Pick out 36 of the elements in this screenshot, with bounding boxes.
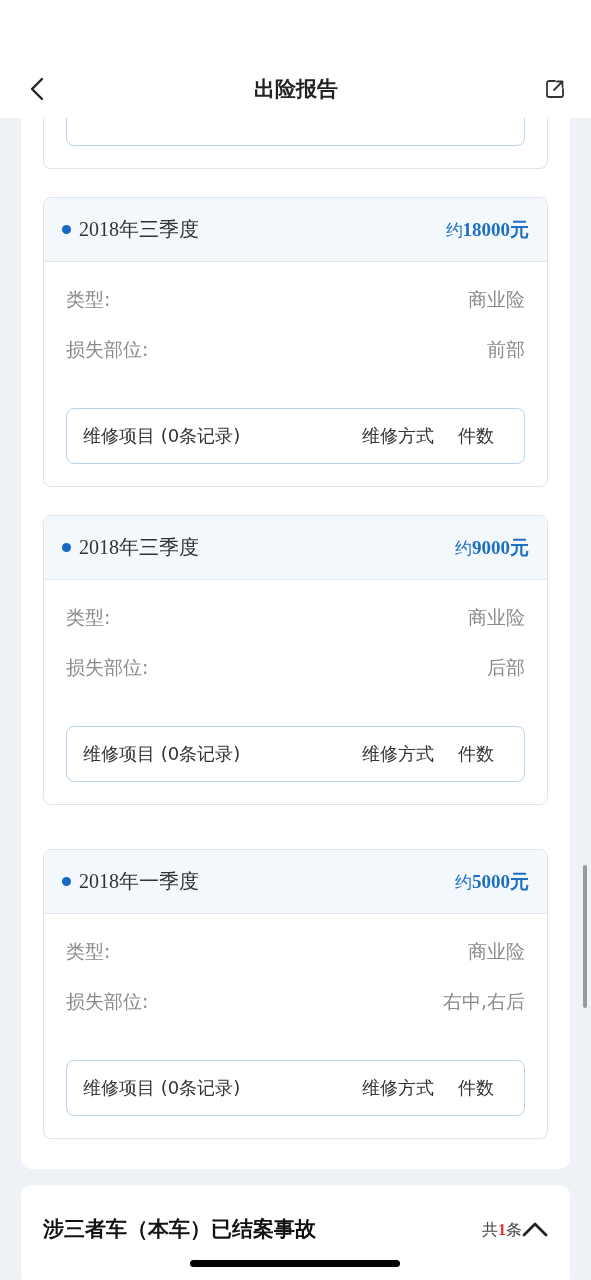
- repair-item-label: 维修项目 (0条记录): [83, 742, 242, 766]
- field-label: 损失部位:: [66, 655, 149, 680]
- back-icon[interactable]: [30, 77, 44, 101]
- field-label: 类型:: [66, 287, 111, 312]
- field-value: 商业险: [468, 605, 525, 630]
- repair-item-label: 维修项目 (0条记录): [83, 424, 242, 448]
- section-title: 涉三者车（本车）已结案事故: [43, 1216, 317, 1243]
- field-label: 类型:: [66, 939, 111, 964]
- field-value: 商业险: [468, 287, 525, 312]
- share-icon[interactable]: [545, 79, 565, 99]
- claim-amount: 约9000元: [455, 535, 529, 560]
- repair-count-label: 件数: [458, 1076, 494, 1100]
- field-label: 损失部位:: [66, 989, 149, 1014]
- record-count: 共1条: [482, 1220, 522, 1240]
- field-value: 右中,右后: [442, 989, 525, 1014]
- repair-method-label: 维修方式: [362, 742, 434, 766]
- bullet-dot: [62, 543, 71, 552]
- field-value: 前部: [487, 337, 525, 362]
- repair-count-label: 件数: [458, 424, 494, 448]
- field-label: 损失部位:: [66, 337, 149, 362]
- field-label: 类型:: [66, 605, 111, 630]
- claim-amount: 约5000元: [455, 869, 529, 894]
- claim-period: 2018年一季度: [79, 869, 200, 894]
- bullet-dot: [62, 225, 71, 234]
- repair-count-label: 件数: [458, 742, 494, 766]
- claim-period: 2018年三季度: [79, 535, 200, 560]
- field-value: 商业险: [468, 939, 525, 964]
- collapse-icon[interactable]: [522, 1221, 548, 1237]
- bullet-dot: [62, 877, 71, 886]
- claim-period: 2018年三季度: [79, 217, 200, 242]
- repair-method-label: 维修方式: [362, 1076, 434, 1100]
- claim-amount: 约18000元: [445, 217, 529, 242]
- repair-method-label: 维修方式: [362, 424, 434, 448]
- repair-item-label: 维修项目 (0条记录): [83, 1076, 242, 1100]
- field-value: 后部: [487, 655, 525, 680]
- page-title: 出险报告: [252, 76, 339, 103]
